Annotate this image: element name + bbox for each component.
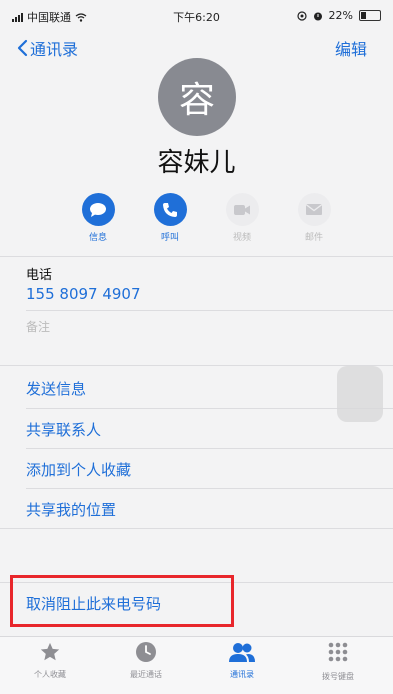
tab-favorites[interactable]: 个人收藏 [20,641,80,680]
video-icon [234,204,250,215]
phone-number[interactable]: 155 8097 4907 [26,285,141,303]
tab-keypad[interactable]: 拨号键盘 [308,641,368,682]
divider [0,365,393,366]
mail-label: 邮件 [304,233,323,243]
battery-icon [359,10,381,21]
divider [26,488,393,489]
video-circle [225,193,259,226]
tab-contacts-label: 通讯录 [230,670,254,679]
message-circle [81,193,115,226]
video-label: 视频 [232,233,251,243]
send-message-option[interactable]: 发送信息 [26,378,86,399]
status-right: 22% [296,9,381,22]
divider [0,256,393,257]
highlight-box [10,575,234,627]
back-label: 通讯录 [30,40,79,59]
share-location-option[interactable]: 共享我的位置 [26,499,116,520]
star-icon [40,642,60,661]
tab-bar: 个人收藏 最近通话 通讯录 拨号键盘 [0,636,393,694]
assistive-touch-button[interactable] [337,366,383,422]
avatar: 容 [158,58,236,136]
mail-circle [297,193,331,226]
status-bar: 中国联通 下午6:20 22% [0,0,393,32]
tab-recents[interactable]: 最近通话 [116,641,176,680]
battery-percent: 22% [328,9,353,22]
mail-icon [305,203,323,215]
phone-label: 电话 [26,268,53,283]
message-icon [90,202,106,217]
phone-icon [163,202,177,217]
add-to-favorites-option[interactable]: 添加到个人收藏 [26,459,131,480]
tab-favorites-label: 个人收藏 [34,670,66,679]
call-action[interactable]: 呼叫 [148,193,192,243]
divider [0,528,393,529]
action-row: 信息 呼叫 视频 邮件 [76,193,336,243]
divider [26,448,393,449]
edit-button[interactable]: 编辑 [335,36,367,60]
keypad-icon [328,642,348,662]
tab-contacts[interactable]: 通讯录 [212,641,272,680]
clock-icon [136,642,156,662]
message-action[interactable]: 信息 [76,193,120,243]
alarm-icon [313,12,322,20]
divider [26,310,393,311]
share-contact-option[interactable]: 共享联系人 [26,419,101,440]
message-label: 信息 [88,233,107,243]
video-action[interactable]: 视频 [220,193,264,243]
contacts-icon [229,643,255,662]
contact-name: 容妹儿 [157,148,236,178]
tab-recents-label: 最近通话 [130,670,162,679]
back-button[interactable]: 通讯录 [16,36,78,60]
call-label: 呼叫 [160,233,179,243]
call-circle [153,193,187,226]
tab-keypad-label: 拨号键盘 [322,672,354,681]
location-icon [296,10,307,21]
mail-action[interactable]: 邮件 [292,193,336,243]
notes-field[interactable]: 备注 [26,318,50,335]
chevron-left-icon [17,39,28,57]
